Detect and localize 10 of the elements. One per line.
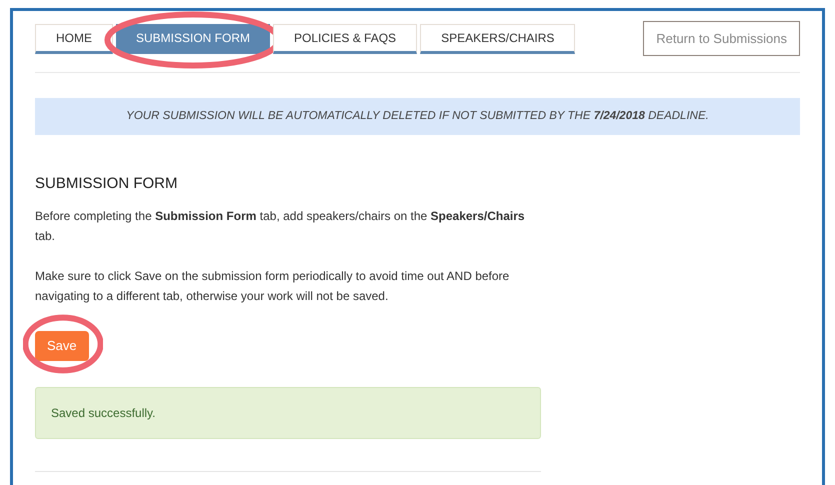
instruction-text: Make sure to click Save on the submission form periodically to avoid time out AND before navigating to a different tab, otherwise your work will not be saved. <box>35 268 510 304</box>
nav-tab[interactable]: HOME <box>35 24 113 54</box>
deadline-banner: YOUR SUBMISSION WILL BE AUTOMATICALLY DELETED IF NOT SUBMITTED BY THE 7/24/2018 DEADLINE. <box>35 98 800 135</box>
nav-tab[interactable]: POLICIES & FAQS <box>273 24 418 54</box>
instruction-text: Before completing the Submission Form tab, add speakers/chairs on the Speakers/Chairs tab. <box>35 208 526 244</box>
return-to-submissions-button[interactable]: Return to Submissions <box>643 21 800 56</box>
nav-tab[interactable]: SPEAKERS/CHAIRS <box>420 24 576 54</box>
nav-tab[interactable]: SUBMISSION FORM <box>116 24 270 54</box>
section-heading: SUBMISSION FORM <box>35 174 179 194</box>
success-alert: Saved successfully. <box>35 386 541 438</box>
